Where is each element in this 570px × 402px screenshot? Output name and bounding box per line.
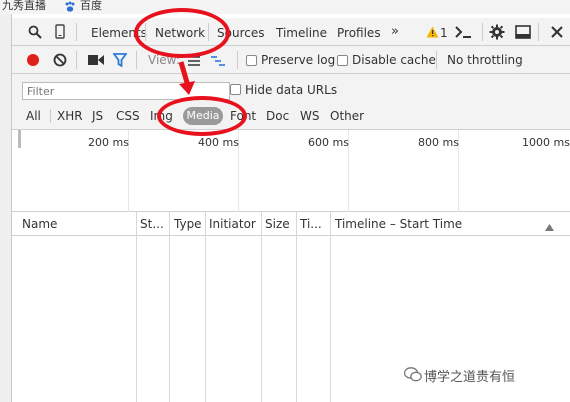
separator — [76, 51, 77, 69]
requests-table-header: Name St... Type Initiator Size Ti... Tim… — [12, 212, 570, 236]
filter-bar: Hide data URLs — [12, 74, 570, 104]
separator — [482, 23, 483, 41]
column-divider — [205, 212, 206, 402]
sort-ascending-icon[interactable] — [545, 220, 554, 234]
record-icon[interactable] — [26, 53, 40, 70]
filter-icon[interactable] — [112, 53, 128, 70]
tick-label: 400 ms — [198, 136, 239, 149]
bookmark-jiuxiu[interactable]: 九秀直播 — [2, 0, 46, 12]
separator — [237, 51, 238, 69]
filter-all[interactable]: All — [26, 109, 41, 123]
preserve-log-checkbox[interactable] — [246, 55, 257, 66]
page-edge — [0, 14, 12, 402]
column-time[interactable]: Ti... — [300, 217, 322, 231]
console-drawer-icon[interactable] — [454, 25, 472, 42]
filter-doc[interactable]: Doc — [266, 109, 289, 123]
column-divider — [136, 212, 137, 402]
clear-icon[interactable] — [53, 53, 67, 70]
column-divider — [296, 212, 297, 402]
disable-cache-label: Disable cache — [352, 53, 436, 67]
close-icon[interactable] — [551, 26, 563, 41]
waterfall-overview-icon[interactable] — [211, 55, 225, 69]
separator — [50, 109, 51, 123]
tab-timeline[interactable]: Timeline — [276, 26, 327, 40]
column-divider — [261, 212, 262, 402]
resource-type-filters: All XHR JS CSS Img Media Font Doc WS Oth… — [12, 104, 570, 130]
bookmarks-bar: 九秀直播 百度 — [0, 0, 570, 14]
timeline-overview[interactable]: 200 ms 400 ms 600 ms 800 ms 1000 ms — [12, 130, 570, 212]
column-initiator[interactable]: Initiator — [209, 217, 256, 231]
filter-js[interactable]: JS — [92, 109, 103, 123]
warnings-count[interactable]: 1 — [440, 26, 448, 40]
search-icon[interactable] — [28, 25, 42, 42]
column-timeline[interactable]: Timeline – Start Time — [335, 217, 462, 231]
column-name[interactable]: Name — [22, 217, 57, 231]
separator — [538, 23, 539, 41]
network-toolbar: View: Preserve log Disable cache No thro… — [12, 46, 570, 74]
more-tabs-button[interactable]: » — [391, 24, 399, 39]
resize-handle[interactable] — [18, 130, 21, 148]
annotation-circle-media — [157, 96, 247, 136]
disable-cache-checkbox[interactable] — [337, 55, 348, 66]
column-size[interactable]: Size — [265, 217, 290, 231]
filter-ws[interactable]: WS — [300, 109, 319, 123]
tick-label: 800 ms — [418, 136, 459, 149]
paw-icon — [64, 1, 76, 16]
tick-label: 600 ms — [308, 136, 349, 149]
separator — [136, 51, 137, 69]
column-status[interactable]: St... — [140, 217, 164, 231]
preserve-log-label: Preserve log — [261, 53, 336, 67]
hide-data-urls-label: Hide data URLs — [245, 83, 338, 97]
video-capture-icon[interactable] — [88, 54, 104, 69]
hide-data-urls-checkbox[interactable] — [230, 84, 241, 95]
filter-other[interactable]: Other — [330, 109, 364, 123]
annotation-circle-network — [134, 8, 230, 58]
wechat-icon — [403, 367, 422, 385]
device-mode-icon[interactable] — [55, 24, 65, 42]
filter-xhr[interactable]: XHR — [57, 109, 83, 123]
bookmark-baidu[interactable]: 百度 — [80, 0, 102, 12]
tab-profiles[interactable]: Profiles — [337, 26, 381, 40]
filter-css[interactable]: CSS — [116, 109, 140, 123]
dock-side-icon[interactable] — [515, 25, 531, 42]
tick-label: 200 ms — [88, 136, 129, 149]
watermark-text: 博学之道贵有恒 — [424, 370, 516, 385]
devtools-toolbar: Elements Network Sources Timeline Profil… — [12, 18, 570, 46]
tick-label: 1000 ms — [522, 136, 570, 149]
column-type[interactable]: Type — [174, 217, 202, 231]
column-divider — [330, 212, 331, 402]
annotation-arrow-icon — [176, 60, 198, 99]
throttling-select[interactable]: No throttling — [447, 53, 523, 67]
separator — [76, 23, 77, 41]
separator — [436, 51, 437, 69]
warning-icon[interactable] — [426, 26, 439, 41]
gear-icon[interactable] — [489, 24, 505, 43]
column-divider — [169, 212, 170, 402]
